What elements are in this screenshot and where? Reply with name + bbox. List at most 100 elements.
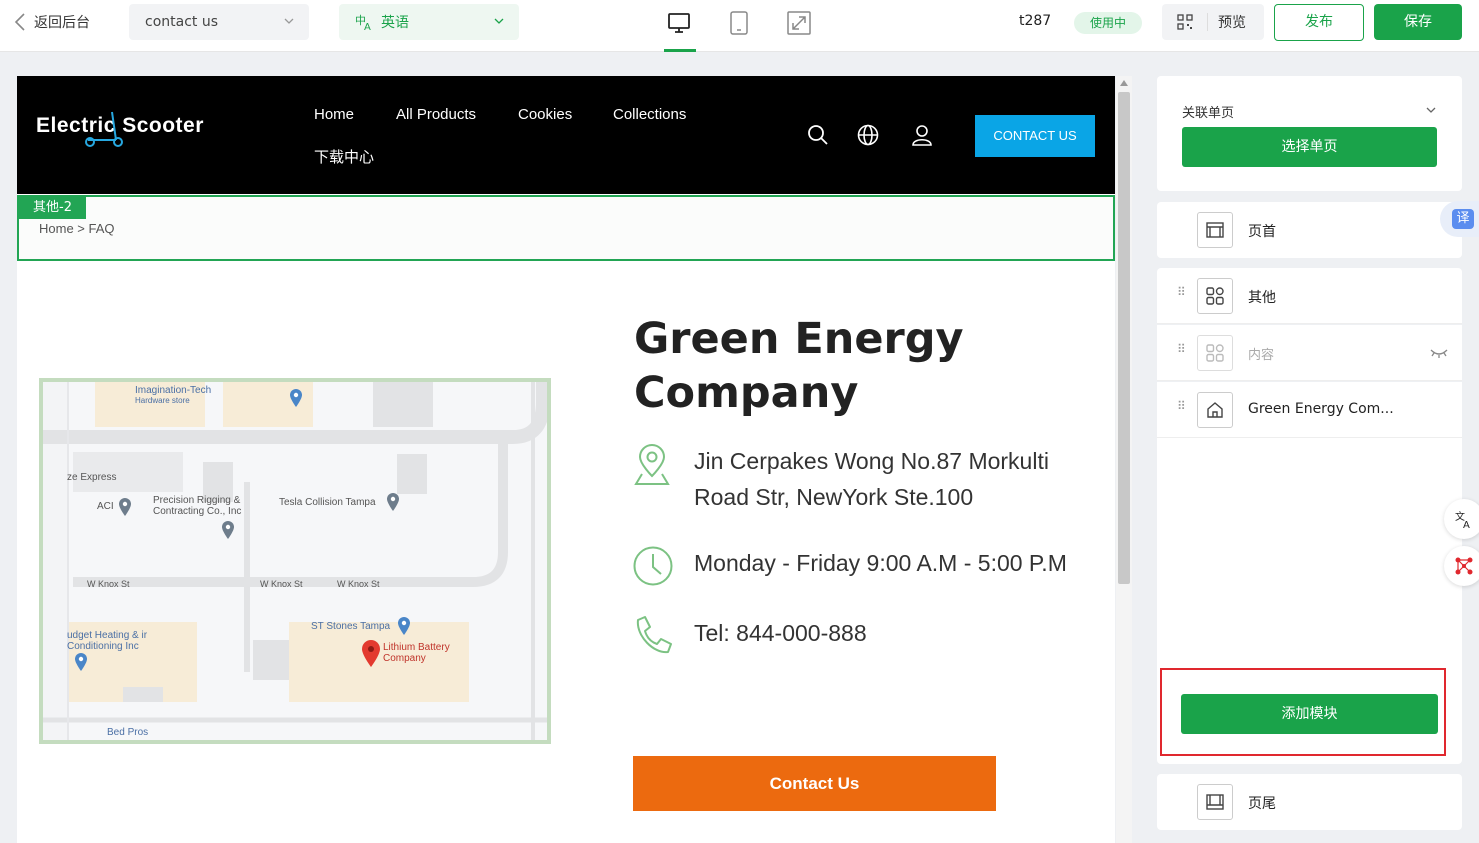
drag-handle-icon[interactable]: ⠿ [1177,286,1186,298]
map-label: W Knox St [337,579,380,589]
map-label: Bed Pros [107,727,149,738]
chevron-down-icon [494,18,504,24]
breadcrumb[interactable]: Home > FAQ [39,221,115,236]
map-label: W Knox St [87,579,130,589]
translate-float[interactable]: 译 [1440,201,1479,237]
phone-icon [636,616,672,654]
ai-float-button[interactable] [1444,546,1479,586]
language-select[interactable]: 中A 英语 [339,4,519,40]
map-pin-icon [398,617,410,635]
back-button[interactable]: 返回后台 [14,12,90,32]
map-pin-icon [222,521,234,539]
drag-handle-icon[interactable]: ⠿ [1177,343,1186,355]
module-row-footer[interactable]: 页尾 [1157,774,1462,830]
site-header[interactable]: Electric Scooter Home All Products Cooki… [17,76,1115,194]
module-label: Green Energy Com... [1248,401,1394,417]
module-row-header[interactable]: 页首 [1157,202,1462,258]
scrollbar-thumb[interactable] [1118,92,1130,584]
map-label: ACI [97,501,114,512]
fullscreen-view-button[interactable] [784,6,814,40]
nav-cookies[interactable]: Cookies [518,106,572,123]
chevron-down-icon [284,18,294,24]
highlight-box [1160,668,1446,756]
map-label: W Knox St [260,579,303,589]
header-contact-button[interactable]: CONTACT US [975,115,1095,157]
map-label: ze Express [67,472,117,483]
nav-all-products[interactable]: All Products [396,106,476,123]
layout-icon [1197,784,1233,820]
qrcode-icon[interactable] [1162,13,1208,31]
map-label: Hardware store [135,396,190,405]
template-id: t287 [1019,13,1052,29]
translate-icon: 文A [1455,510,1470,529]
scroll-up-arrow[interactable] [1120,80,1128,86]
top-toolbar: 返回后台 contact us 中A 英语 t287 使用中 预览 发布 保存 [0,0,1479,52]
tablet-icon [730,11,748,35]
section-tag: 其他-2 [19,197,86,219]
status-badge: 使用中 [1074,12,1142,34]
company-heading: Green Energy Company [634,314,964,418]
chevron-down-icon[interactable] [1425,104,1437,116]
module-row-green-energy[interactable]: ⠿ Green Energy Com... [1157,382,1462,438]
eye-hidden-icon[interactable] [1430,347,1448,359]
grid-icon [1197,278,1233,314]
language-select-value: 英语 [381,15,409,31]
hours-text: Monday - Friday 9:00 A.M - 5:00 P.M [694,550,1067,576]
clock-icon [633,546,673,586]
tablet-view-button[interactable] [724,6,754,40]
page-select[interactable]: contact us [129,4,309,40]
network-icon [1455,557,1473,575]
site-logo[interactable]: Electric Scooter [36,111,204,147]
chevron-left-icon [14,13,25,31]
desktop-icon [668,13,690,33]
search-icon[interactable] [807,124,829,146]
editor-canvas: Electric Scooter Home All Products Cooki… [17,76,1115,843]
back-label: 返回后台 [34,15,90,31]
map-pin-icon [119,498,131,516]
nav-home[interactable]: Home [314,106,354,123]
select-page-button[interactable]: 选择单页 [1182,127,1437,167]
nav-collections[interactable]: Collections [613,106,686,123]
map-label: Imagination-Tech [135,385,212,396]
language-float-button[interactable]: 文A [1444,499,1479,539]
linked-page-panel: 关联单页 选择单页 [1157,76,1462,191]
translate-icon: 中A [355,14,371,31]
module-label: 页首 [1248,224,1276,240]
globe-icon[interactable] [857,124,879,146]
map-label: ST Stones Tampa [311,621,391,632]
svg-text:A: A [1463,520,1470,529]
canvas-scrollbar[interactable] [1116,76,1132,843]
selected-section[interactable]: 其他-2 Home > FAQ [17,195,1115,261]
svg-text:A: A [364,22,371,31]
nav-download-center[interactable]: 下载中心 [314,146,374,167]
drag-handle-icon[interactable]: ⠿ [1177,400,1186,412]
map-label: Precision Rigging & Contracting Co., Inc [153,495,242,517]
location-map[interactable]: Imagination-Tech Hardware store ze Expre… [39,378,551,744]
location-pin-icon [634,444,670,485]
map-background [43,382,547,740]
page-select-value: contact us [145,14,219,30]
fullscreen-icon [787,11,811,35]
publish-button[interactable]: 发布 [1274,4,1364,41]
address-text: Jin Cerpakes Wong No.87 Morkulti Road St… [694,448,1049,510]
user-icon[interactable] [911,124,933,146]
map-marker-icon [362,640,380,667]
module-label: 其他 [1248,290,1276,306]
module-row-content[interactable]: ⠿ 内容 [1157,325,1462,381]
preview-button[interactable]: 预览 [1162,4,1264,40]
module-row-other[interactable]: ⠿ 其他 [1157,268,1462,324]
phone-text: Tel: 844-000-888 [694,620,867,646]
desktop-view-button[interactable] [664,6,694,40]
home-icon [1197,392,1233,428]
layout-icon [1197,212,1233,248]
save-button[interactable]: 保存 [1374,4,1462,40]
contact-us-button[interactable]: Contact Us [633,756,996,811]
module-label: 页尾 [1248,796,1276,812]
translate-badge: 译 [1452,209,1474,229]
map-label: Tesla Collision Tampa [279,497,376,508]
map-pin-icon [290,389,302,407]
linked-page-label: 关联单页 [1182,106,1235,121]
active-device-indicator [664,49,696,52]
map-label: udget Heating & ir Conditioning Inc [67,630,148,652]
preview-label: 预览 [1218,15,1246,31]
